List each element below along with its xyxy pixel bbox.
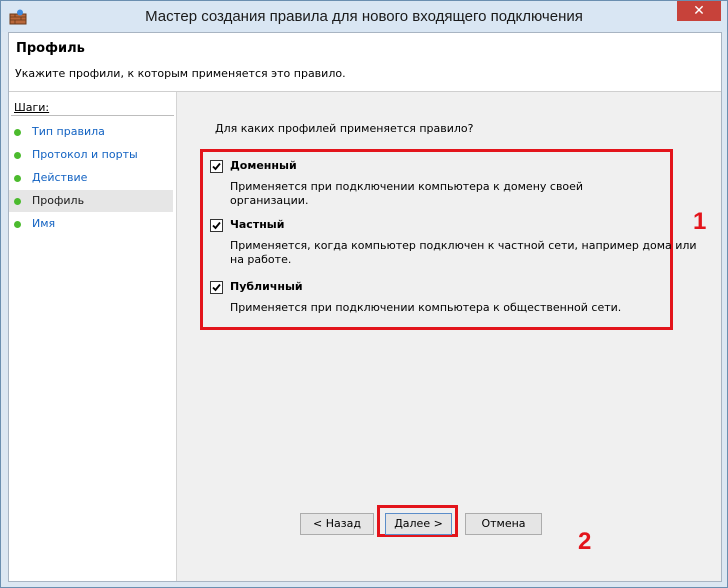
step-label: Имя [32,217,56,230]
annotation-marker-1: 1 [693,208,707,235]
checkmark-icon [212,221,221,230]
step-name[interactable]: Имя [9,213,173,235]
private-description-line2: на работе. [230,253,292,266]
step-action[interactable]: Действие [9,167,173,189]
annotation-marker-2: 2 [578,528,592,555]
next-button[interactable]: Далее > [385,513,452,535]
step-label: Тип правила [32,125,105,138]
private-checkbox[interactable] [210,219,223,232]
step-status-dot-icon [14,221,21,228]
step-status-dot-icon [14,198,21,205]
wizard-header: Профиль Укажите профили, к которым приме… [9,33,721,92]
steps-title: Шаги: [14,101,50,114]
step-status-dot-icon [14,152,21,159]
private-label[interactable]: Частный [230,218,284,231]
title-bar: Мастер создания правила для нового входя… [1,1,727,32]
wizard-client-area: Профиль Укажите профили, к которым приме… [8,32,722,582]
checkmark-icon [212,283,221,292]
step-profile[interactable]: Профиль [9,190,173,212]
page-title: Профиль [16,41,85,56]
domain-checkbox[interactable] [210,160,223,173]
domain-description: Применяется при подключении компьютера к… [230,180,584,207]
back-button[interactable]: < Назад [300,513,374,535]
public-label[interactable]: Публичный [230,280,303,293]
step-label: Профиль [32,194,85,207]
page-subtitle: Укажите профили, к которым применяется э… [15,67,346,80]
step-status-dot-icon [14,175,21,182]
domain-label[interactable]: Доменный [230,159,297,172]
private-description-line1: Применяется, когда компьютер подключен к… [230,239,697,252]
close-icon: ✕ [693,3,705,19]
profiles-question: Для каких профилей применяется правило? [215,122,474,135]
step-rule-type[interactable]: Тип правила [9,121,173,143]
steps-panel: Шаги: Тип правила Протокол и порты Дейст… [9,92,177,581]
cancel-button[interactable]: Отмена [465,513,542,535]
step-label: Действие [32,171,88,184]
step-label: Протокол и порты [32,148,138,161]
step-protocol-ports[interactable]: Протокол и порты [9,144,173,166]
checkmark-icon [212,162,221,171]
wizard-window: Мастер создания правила для нового входя… [0,0,728,588]
public-checkbox[interactable] [210,281,223,294]
step-status-dot-icon [14,129,21,136]
public-description: Применяется при подключении компьютера к… [230,301,622,314]
steps-divider [11,115,174,116]
close-button[interactable]: ✕ [677,1,721,21]
window-title: Мастер создания правила для нового входя… [145,8,583,25]
